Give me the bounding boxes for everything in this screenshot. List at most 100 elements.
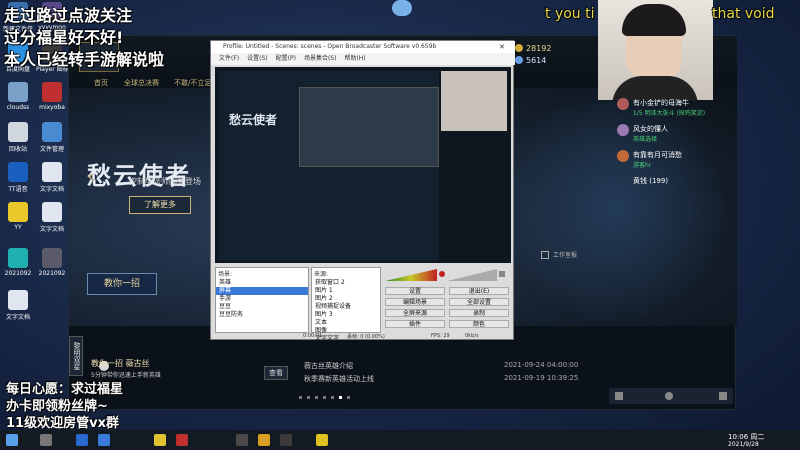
status-time: 0:00:01: [303, 333, 323, 339]
chevron-left-icon[interactable]: ‹: [87, 166, 94, 187]
chat-icon[interactable]: [615, 392, 623, 400]
chat-username: 有靠有月可消愁: [633, 151, 682, 159]
tab-worlds[interactable]: 全球总决赛: [124, 78, 159, 88]
scenes-panel: 场景: 英雄 屏幕 手游 豆豆 豆豆防务: [215, 267, 309, 333]
desktop-icon[interactable]: 回收站: [2, 122, 34, 153]
checkbox[interactable]: [541, 251, 549, 259]
scene-item[interactable]: 手游: [216, 295, 308, 303]
scene-item[interactable]: 豆豆防务: [216, 311, 308, 319]
obs-menu-bar: 文件(F) 设置(S) 配置(P) 场景集合(S) 帮助(H): [211, 53, 515, 65]
learn-more-button[interactable]: 了解更多: [129, 196, 191, 214]
desktop-icon-label: YY: [14, 224, 22, 231]
chat-username: 风女的懂人: [633, 125, 668, 133]
speaker-icon[interactable]: [499, 271, 505, 277]
settings-icon[interactable]: [719, 392, 727, 400]
news-item[interactable]: 秋季赛新英雄活动上线 2021-09-19 10:39:25: [304, 374, 604, 384]
source-item[interactable]: 图片 2: [312, 295, 380, 303]
windows-icon[interactable]: [6, 434, 18, 446]
source-item[interactable]: 图片 3: [312, 311, 380, 319]
obs-menu-item[interactable]: 场景集合(S): [304, 55, 337, 62]
taskbar-app-3[interactable]: [154, 434, 166, 446]
source-item[interactable]: 图片 1: [312, 287, 380, 295]
app-icon: [42, 202, 62, 222]
desktop-icon-label: mixyoba: [39, 104, 65, 111]
nested-preview: 愁云使者: [219, 71, 439, 261]
obs-preview: 愁云使者: [215, 67, 511, 263]
obs-menu-item[interactable]: 文件(F): [219, 55, 239, 62]
desktop-icon-label: cloudss: [6, 104, 30, 111]
coin-icon: [515, 44, 523, 52]
clock-date[interactable]: 2021/9/28: [728, 441, 759, 448]
obs-menu-item[interactable]: 设置(S): [247, 55, 268, 62]
desktop-icon[interactable]: cloudss: [2, 82, 34, 111]
desktop-icon-label: 文字文档: [5, 314, 30, 321]
search-icon[interactable]: [40, 434, 52, 446]
desktop-icon[interactable]: 2021092: [36, 248, 68, 277]
taskbar-app-5[interactable]: [236, 434, 248, 446]
news-item[interactable]: 薇古丝英雄介绍 2021-09-24 04:00:00: [304, 361, 604, 371]
desktop-icon-label: 2021092: [38, 270, 66, 277]
chat-subtext: 游客hr: [633, 162, 652, 169]
taskbar-app-7[interactable]: [280, 434, 292, 446]
obs-button[interactable]: 录制: [449, 309, 509, 317]
status-fps: FPS: 29: [431, 333, 450, 339]
avatar: [617, 124, 629, 136]
desktop-icon[interactable]: 文件管理: [36, 122, 68, 153]
close-icon[interactable]: ✕: [499, 43, 505, 51]
source-item[interactable]: 视频捕捉设备: [312, 303, 380, 311]
app-icon: [8, 202, 28, 222]
obs-window: Profile: Untitled - Scenes: scenes - Ope…: [210, 40, 515, 342]
avatar: [617, 98, 629, 110]
mic-icon[interactable]: [665, 392, 673, 400]
taskbar-app-1[interactable]: [76, 434, 88, 446]
taskbar-app-8[interactable]: [316, 434, 328, 446]
obs-button[interactable]: 插件: [385, 320, 445, 328]
chat-panel: 有小金铲的母海牛 1/5 明泽大张斗 (探鸡笑淤) 风女的懂人 英雄选择 有靠有月可消愁…: [617, 98, 727, 208]
audio-meters: [385, 269, 509, 283]
desktop-icon[interactable]: 文字文档: [36, 202, 68, 233]
obs-menu-item[interactable]: 配置(P): [276, 55, 296, 62]
desktop-icon[interactable]: mixyoba: [36, 82, 68, 111]
taskbar-app-2[interactable]: [98, 434, 110, 446]
desktop-icon-label: 2021092: [4, 270, 32, 277]
app-icon: [8, 122, 28, 142]
status-rate: 0kb/s: [465, 333, 479, 339]
obs-button[interactable]: 退出(E): [449, 287, 509, 295]
taskbar: 10:06 周二 2021/9/28: [0, 430, 800, 450]
news-title: 薇古丝英雄介绍: [304, 362, 353, 370]
desktop-icon[interactable]: TT语音: [2, 162, 34, 193]
obs-button[interactable]: 全屏来源: [385, 309, 445, 317]
carousel-dots[interactable]: [299, 392, 359, 399]
desktop-icon[interactable]: 2021092: [2, 248, 34, 277]
chat-subtext: 1/5 明泽大张斗 (探鸡笑淤): [633, 110, 706, 117]
obs-title-bar: Profile: Untitled - Scenes: scenes - Ope…: [211, 41, 515, 53]
taskbar-app-6[interactable]: [258, 434, 270, 446]
mic-icon[interactable]: [439, 271, 445, 277]
scene-item[interactable]: 屏幕: [216, 287, 308, 295]
obs-button[interactable]: 编辑场景: [385, 298, 445, 306]
nested-webcam: [441, 71, 507, 131]
source-item[interactable]: 文本: [312, 319, 380, 327]
tab-home[interactable]: 首页: [94, 78, 108, 88]
desktop-icon[interactable]: 文字文档: [2, 290, 34, 321]
scenes-label: 场景:: [218, 271, 233, 278]
obs-button[interactable]: 设置: [385, 287, 445, 295]
scene-item[interactable]: 英雄: [216, 279, 308, 287]
obs-button[interactable]: 颜色: [449, 320, 509, 328]
overlay-text: 走过路过点波关注: [4, 6, 133, 25]
view-button[interactable]: 查看: [264, 366, 288, 380]
desktop-icon-label: 文字文档: [39, 226, 64, 233]
avatar: [617, 150, 629, 162]
chat-username: 黄钱 (199): [633, 177, 669, 185]
source-item[interactable]: 获取窗口 2: [312, 279, 380, 287]
desktop-icon[interactable]: YY: [2, 202, 34, 231]
taskbar-app-4[interactable]: [176, 434, 188, 446]
nested-hero-title: 愁云使者: [229, 113, 278, 127]
obs-menu-item[interactable]: 帮助(H): [344, 55, 365, 62]
obs-button[interactable]: 全部设置: [449, 298, 509, 306]
scene-item[interactable]: 豆豆: [216, 303, 308, 311]
desktop-icon-label: 文字文档: [39, 186, 64, 193]
desktop-icon[interactable]: 文字文档: [36, 162, 68, 193]
teach-button[interactable]: 教你一招: [87, 273, 157, 295]
side-vertical-tab[interactable]: 黎明双星: [69, 336, 83, 376]
